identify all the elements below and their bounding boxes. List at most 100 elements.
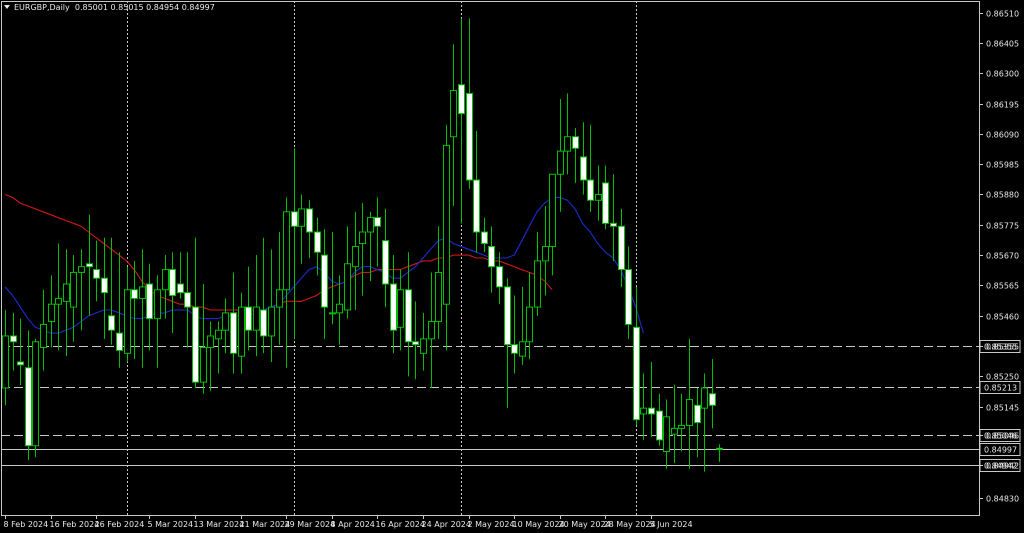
- candle-body-bear: [481, 231, 488, 245]
- price-tick-label: 0.85046: [986, 432, 1019, 441]
- candle-body-bull: [542, 245, 549, 262]
- time-tick-label: 16 Feb 2024: [50, 520, 100, 529]
- candle-body-bull: [32, 341, 39, 447]
- candle-body-bull: [443, 144, 450, 305]
- candle: [382, 208, 389, 308]
- candle-body-bull: [336, 303, 343, 314]
- candle-body-bull: [238, 306, 245, 357]
- candle: [496, 252, 503, 305]
- candle-body-bear: [694, 404, 701, 424]
- candle-body-bear: [25, 367, 32, 447]
- candle: [458, 18, 465, 224]
- candle: [640, 373, 647, 440]
- time-tick-label: 16 Apr 2024: [376, 520, 425, 529]
- candle-body-bull: [701, 387, 708, 409]
- candle: [450, 44, 457, 207]
- candle: [473, 130, 480, 253]
- candle-body-bull: [671, 427, 678, 435]
- candle-body-bear: [572, 136, 579, 149]
- candle-body-bull: [162, 269, 169, 291]
- candle: [32, 338, 39, 458]
- price-tick-label: 0.86405: [986, 40, 1019, 49]
- candle: [359, 203, 366, 296]
- candle: [602, 165, 609, 230]
- candle: [192, 237, 199, 388]
- price-tick-label: 0.84942: [986, 462, 1019, 471]
- candle: [587, 125, 594, 212]
- candle-body-bear: [602, 182, 609, 224]
- candle-body-bear: [496, 266, 503, 288]
- candle: [504, 278, 511, 409]
- candle: [336, 275, 343, 345]
- candle-body-bull: [367, 217, 374, 233]
- candle: [253, 255, 260, 357]
- candle: [329, 232, 336, 325]
- candle-body-bull: [678, 424, 685, 429]
- candle: [321, 229, 328, 339]
- candle-body-bear: [656, 410, 663, 441]
- candle-body-bear: [108, 315, 115, 331]
- candle: [678, 393, 685, 452]
- candle: [633, 286, 640, 426]
- candle: [443, 125, 450, 351]
- candle: [671, 385, 678, 464]
- candle-body-bull: [70, 271, 77, 308]
- candle: [663, 399, 670, 469]
- candle-body-bull: [435, 271, 442, 323]
- candle: [549, 173, 556, 276]
- price-tick-label: 0.85985: [986, 161, 1019, 170]
- time-tick-label: 24 Apr 2024: [422, 520, 471, 529]
- candle: [146, 263, 153, 351]
- price-chart[interactable]: 0.85355 0.85213 0.85046 0.84997 0.84942 0.86…: [0, 0, 1024, 533]
- candle: [656, 393, 663, 446]
- chart-window[interactable]: EURGBP,Daily 0.85001 0.85015 0.84954 0.8…: [0, 0, 1024, 533]
- candle-body-bear: [580, 156, 587, 181]
- candle: [86, 214, 93, 316]
- time-axis[interactable]: 8 Feb 2024 16 Feb 202426 Feb 2024 5 Mar 20…: [4, 515, 693, 529]
- candle-body-bull: [222, 312, 229, 331]
- candle: [534, 232, 541, 316]
- candle-body-bear: [17, 361, 24, 366]
- candle-body-bear: [169, 269, 176, 297]
- candle: [184, 252, 191, 348]
- candle-body-bull: [124, 289, 131, 354]
- candle: [93, 240, 100, 302]
- candle: [222, 298, 229, 354]
- candle: [207, 321, 214, 391]
- candle-body-bear: [10, 335, 17, 343]
- candle: [511, 295, 518, 374]
- candle-body-bull: [352, 245, 359, 268]
- candle-body-bull: [519, 341, 526, 357]
- candle-body-bear: [390, 283, 397, 331]
- candle-body-bull: [276, 289, 283, 308]
- candle-body-bull: [268, 306, 275, 337]
- time-tick-label: 26 Feb 2024: [95, 520, 145, 529]
- candle: [63, 249, 70, 357]
- candle-body-bear: [587, 179, 594, 201]
- candle-body-bear: [230, 312, 237, 354]
- candle-body-bear: [610, 222, 617, 227]
- candle-body-bull: [397, 289, 404, 328]
- candle-body-bull: [283, 211, 290, 291]
- candle-body-bear: [405, 289, 412, 343]
- candle: [230, 272, 237, 374]
- candle: [162, 255, 169, 319]
- candle-body-bear: [291, 211, 298, 227]
- candle: [625, 246, 632, 339]
- candle-body-bull: [549, 173, 556, 247]
- candle-body-bull: [640, 407, 647, 415]
- candle-body-bear: [245, 306, 252, 331]
- candle: [48, 275, 55, 348]
- candle: [572, 128, 579, 183]
- candle: [276, 232, 283, 345]
- candle: [10, 312, 17, 371]
- candle: [245, 266, 252, 351]
- candle-body-bear: [648, 407, 655, 415]
- candle-body-bear: [131, 289, 138, 299]
- candle: [428, 272, 435, 388]
- candle: [352, 211, 359, 310]
- time-tick-label: 8 Feb 2024: [4, 520, 49, 529]
- price-tick-label: 0.86090: [986, 131, 1019, 140]
- time-tick-label: 2 May 2024: [468, 520, 515, 529]
- candle: [124, 266, 131, 362]
